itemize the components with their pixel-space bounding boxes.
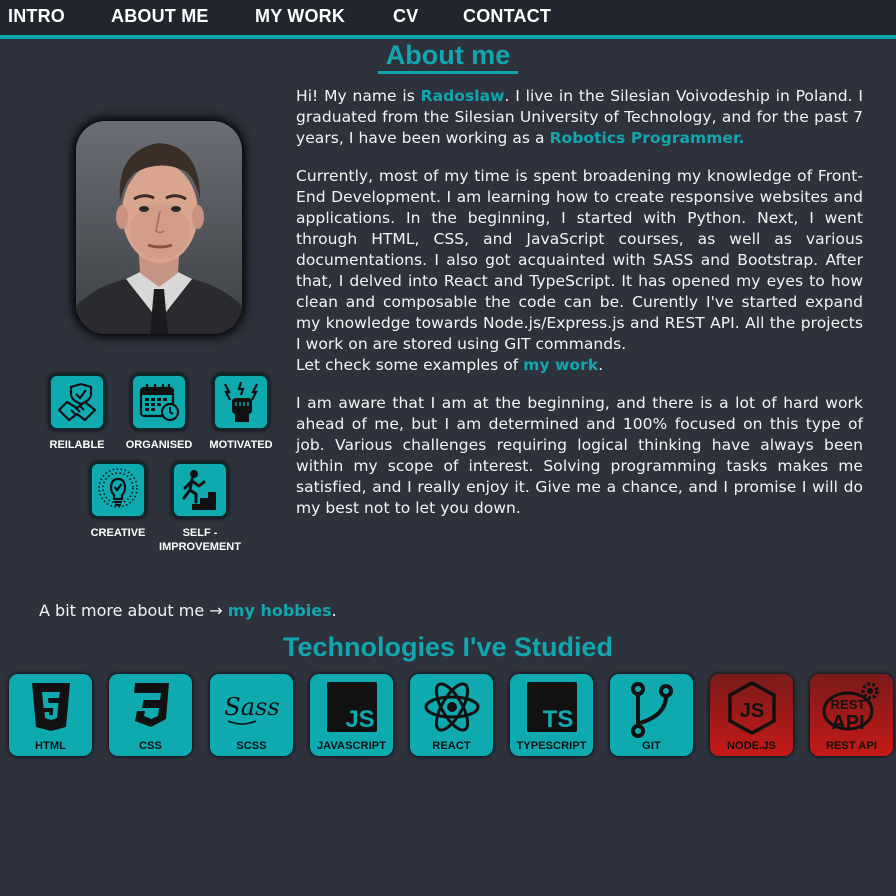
javascript-icon: JS [326,682,377,733]
hobbies-text: . [331,601,337,620]
handshake-shield-icon [49,374,105,430]
climbing-stairs-icon [172,462,228,518]
bio-text: . [598,356,604,374]
bio-intro-paragraph: Hi! My name is Radoslaw. I live in the S… [296,86,863,149]
tech-label: TYPESCRIPT [516,740,587,752]
nav-link-contact[interactable]: CONTACT [463,6,551,27]
tech-label: SCSS [236,740,267,752]
tech-react: REACT [410,674,493,756]
bio-text: Hi! My name is [296,87,421,105]
profile-photo [76,121,242,334]
bio-learning-paragraph: Currently, most of my time is spent broa… [296,167,863,353]
tech-git: GIT [610,674,693,756]
tech-label: GIT [642,740,661,752]
tech-nodejs: JS NODE.JS [710,674,793,756]
tech-css: CSS [109,674,192,756]
trait-label: REILABLE [49,439,105,451]
technologies-title: Technologies I've Studied [283,632,613,662]
bio-examples-line: Let check some examples of my work. [296,355,863,376]
sass-icon: Sass [224,693,279,725]
html5-icon [31,683,70,731]
hobbies-line: A bit more about me → my hobbies. [39,601,337,620]
svg-text:JS: JS [345,706,374,733]
calendar-clock-icon [131,374,187,430]
tech-label: REACT [432,740,471,752]
portrait-illustration [76,121,242,334]
tech-scss: Sass SCSS [210,674,293,756]
tech-html: HTML [9,674,92,756]
tech-rest-api: REST API REST API [810,674,893,756]
git-branch-icon [630,682,673,738]
nav-link-my-work[interactable]: MY WORK [255,6,345,27]
trait-organised: ORGANISED [114,374,204,452]
svg-text:Sass: Sass [224,693,279,721]
tech-label: JAVASCRIPT [316,740,387,752]
tech-label: REST API [825,740,878,752]
fist-lightning-icon [213,374,269,430]
trait-label-line1: SELF - [182,527,218,539]
name-highlight: Radoslaw [420,87,505,105]
about-text: Hi! My name is Radoslaw. I live in the S… [296,86,863,536]
role-highlight: Robotics Programmer. [549,129,745,147]
trait-label: SELF - IMPROVEMENT [155,526,245,554]
svg-text:API: API [831,712,864,734]
tech-label: CSS [139,740,162,752]
tech-label: NODE.JS [727,740,776,752]
trait-self-improvement: SELF - IMPROVEMENT [155,462,245,554]
top-navbar: INTRO ABOUT ME MY WORK CV CONTACT [0,0,896,39]
about-title: About me [0,40,896,74]
trait-creative: CREATIVE [73,462,163,540]
svg-text:REST: REST [830,697,865,712]
trait-label-line2: IMPROVEMENT [159,541,241,553]
nav-link-about-me[interactable]: ABOUT ME [111,6,209,27]
trait-motivated: MOTIVATED [196,374,286,452]
nodejs-icon: JS [727,681,776,735]
nav-link-intro[interactable]: INTRO [8,6,65,27]
my-hobbies-link[interactable]: my hobbies [228,601,332,620]
svg-text:JS: JS [739,700,763,722]
trait-reliable: REILABLE [32,374,122,452]
css3-icon [133,683,169,727]
trait-label: ORGANISED [125,439,193,451]
tech-javascript: JS JAVASCRIPT [310,674,393,756]
trait-label: MOTIVATED [209,439,273,451]
lightbulb-check-icon [90,462,146,518]
nav-link-cv[interactable]: CV [393,6,418,27]
bio-text: Let check some examples of [296,356,524,374]
react-icon [424,682,479,732]
about-title-text: About me [377,40,519,74]
rest-api-icon: REST API [822,682,879,734]
tech-label: HTML [35,740,66,752]
bio-motivation-paragraph: I am aware that I am at the beginning, a… [296,394,863,517]
svg-text:TS: TS [542,706,573,733]
hobbies-text: A bit more about me → [39,601,228,620]
typescript-icon: TS [526,682,577,733]
trait-label: CREATIVE [90,527,146,539]
my-work-link[interactable]: my work [523,356,598,374]
tech-typescript: TS TYPESCRIPT [510,674,593,756]
